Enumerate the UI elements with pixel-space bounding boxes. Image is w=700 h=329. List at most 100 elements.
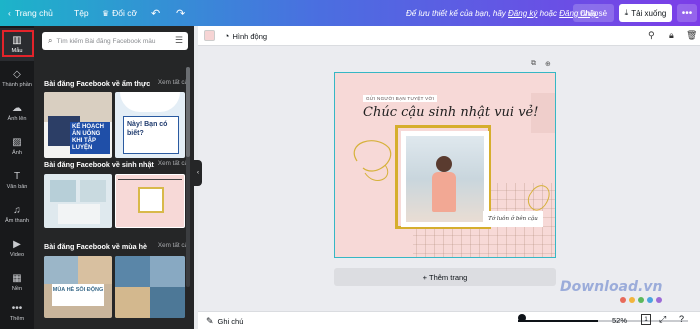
photo-icon: ▨ [12, 136, 22, 148]
notes-button[interactable]: ✎ Ghi chú [206, 316, 243, 327]
fullscreen-icon[interactable]: ⤢ [659, 314, 666, 325]
download-label: Tải xuống [631, 8, 667, 18]
bday-headline-line [118, 179, 182, 183]
left-rail: ▥ Mẫu ◇ Thành phần ☁ Ảnh lên ▨ Ảnh T Văn… [0, 26, 34, 329]
bday-photo-1 [50, 180, 76, 202]
design-tag[interactable]: GỬI NGƯỜI BẠN TUYỆT VỜI [363, 95, 438, 102]
resize-button[interactable]: ♛ Đổi cỡ [96, 0, 143, 26]
or-text: hoặc [539, 8, 557, 18]
elements-icon: ◇ [13, 68, 21, 80]
design-page[interactable]: GỬI NGƯỜI BẠN TUYỆT VỜI Chúc cậu sinh nh… [334, 72, 556, 258]
template-thumb-summer-1[interactable]: MÙA HÈ SÔI ĐỘNG [44, 256, 112, 318]
rail-item-text[interactable]: T Văn bản [0, 164, 34, 197]
template-panel: ⌕ ☰ Bài đăng Facebook về ẩm thực Xem tất… [34, 26, 194, 329]
audio-icon: ♫ [13, 204, 21, 216]
save-message-text: Để lưu thiết kế của bạn, hãy [406, 8, 506, 18]
see-all-birthday[interactable]: Xem tất cả [158, 160, 188, 167]
rail-item-photos[interactable]: ▨ Ảnh [0, 130, 34, 163]
chevron-left-icon: ‹ [8, 8, 11, 18]
redo-button[interactable]: ↷ [170, 0, 191, 26]
filter-icon[interactable]: ☰ [175, 35, 183, 46]
watermark-dot [638, 297, 644, 303]
section-title-food: Bài đăng Facebook về ẩm thực [44, 79, 151, 88]
rail-item-elements[interactable]: ◇ Thành phần [0, 62, 34, 95]
rail-label: Video [9, 251, 25, 258]
food-thumb-title: KẾ HOẠCH ĂN UỐNG KHI TẬP LUYỆN [70, 122, 110, 154]
help-icon[interactable]: ? [679, 314, 684, 324]
trash-icon[interactable]: 🗑︎ [686, 30, 697, 41]
design-photo [406, 136, 484, 222]
zoom-value[interactable]: 52% [612, 316, 627, 325]
see-all-food[interactable]: Xem tất cả [158, 79, 188, 86]
chevron-left-icon: ‹ [197, 170, 199, 176]
paint-format-icon[interactable]: ⚲ [648, 30, 655, 41]
redo-icon: ↷ [176, 7, 186, 20]
summer2-photo-3 [115, 287, 150, 318]
rail-label: Nền [11, 285, 23, 292]
background-color-swatch[interactable] [204, 30, 215, 41]
rail-item-audio[interactable]: ♫ Âm thanh [0, 198, 34, 231]
download-button[interactable]: ⤓ Tải xuống [619, 4, 672, 22]
food-bowl [120, 92, 180, 112]
photo-person-body [432, 172, 456, 212]
register-link[interactable]: Đăng ký [508, 9, 537, 18]
file-menu[interactable]: Tệp [68, 0, 95, 26]
watermark-dot [656, 297, 662, 303]
add-page-button[interactable]: + Thêm trang [334, 268, 556, 286]
section-title-birthday: Bài đăng Facebook về sinh nhật [44, 160, 154, 169]
food2-thumb-title: Này! Bạn có biết? [123, 116, 179, 154]
summer-photo-1 [44, 256, 78, 284]
notes-label: Ghi chú [217, 317, 244, 326]
undo-icon: ↶ [151, 7, 161, 20]
section-title-summer: Bài đăng Facebook về mùa hè [44, 242, 148, 251]
page-count-button[interactable]: 1 [641, 314, 651, 325]
design-caption[interactable]: Tớ luôn ở bên cậu [483, 211, 543, 227]
rail-item-uploads[interactable]: ☁ Ảnh lên [0, 96, 34, 129]
more-options-button[interactable]: ••• [677, 4, 697, 22]
see-all-summer[interactable]: Xem tất cả [158, 242, 188, 249]
rail-item-video[interactable]: ▶ Video [0, 232, 34, 265]
text-icon: T [13, 170, 21, 182]
zoom-slider-handle[interactable] [518, 314, 526, 322]
search-input[interactable] [56, 37, 169, 45]
rail-label: Ảnh lên [7, 115, 27, 122]
panel-scrollbar-thumb[interactable] [186, 67, 190, 157]
animate-button[interactable]: ◔ Hình động [224, 29, 267, 43]
zoom-slider-filled[interactable] [518, 320, 598, 322]
save-message: Để lưu thiết kế của bạn, hãy Đăng ký hoặ… [406, 9, 598, 18]
duplicate-page-icon[interactable]: ⧉ [531, 60, 536, 68]
undo-button[interactable]: ↶ [145, 0, 166, 26]
rail-item-background[interactable]: ▦ Nền [0, 266, 34, 299]
summer2-photo-2 [150, 256, 185, 287]
active-highlight-frame [2, 30, 34, 57]
template-thumb-food-1[interactable]: KẾ HOẠCH ĂN UỐNG KHI TẬP LUYỆN [44, 92, 112, 158]
template-search: ⌕ ☰ [42, 32, 188, 50]
download-watermark: Download.vn [560, 279, 663, 295]
editor-toolbar: ◔ Hình động ⚲ 🔒︎ 🗑︎ [198, 26, 700, 46]
share-button[interactable]: Chia sẻ [573, 4, 615, 22]
summer-thumb-title: MÙA HÈ SÔI ĐỘNG [52, 284, 104, 306]
rail-label: Thành phần [2, 81, 32, 88]
upload-icon: ☁ [12, 102, 22, 114]
notes-icon: ✎ [206, 316, 214, 326]
collapse-panel-button[interactable]: ‹ [194, 160, 202, 186]
rail-label: Thêm [9, 315, 25, 322]
crown-icon: ♛ [102, 8, 110, 18]
design-headline[interactable]: Chúc cậu sinh nhật vui vẻ! [363, 105, 538, 120]
summer-photo-2 [78, 256, 112, 284]
template-thumb-food-2[interactable]: Này! Bạn có biết? [115, 92, 185, 158]
rail-label: Văn bản [6, 183, 28, 190]
template-thumb-birthday-2[interactable] [115, 174, 185, 228]
watermark-dot [620, 297, 626, 303]
template-thumb-birthday-1[interactable] [44, 174, 112, 228]
watermark-dot [647, 297, 653, 303]
design-photo-card[interactable] [401, 131, 489, 227]
resize-label: Đổi cỡ [112, 8, 138, 18]
add-page-icon[interactable]: ⊕ [545, 60, 551, 68]
template-thumb-summer-2[interactable] [115, 256, 185, 318]
ellipsis-icon: ••• [681, 7, 693, 19]
video-icon: ▶ [13, 238, 21, 250]
rail-item-more[interactable]: ••• Thêm [0, 296, 34, 329]
lock-icon[interactable]: 🔒︎ [669, 30, 674, 41]
home-button[interactable]: ‹ Trang chủ [2, 0, 59, 26]
